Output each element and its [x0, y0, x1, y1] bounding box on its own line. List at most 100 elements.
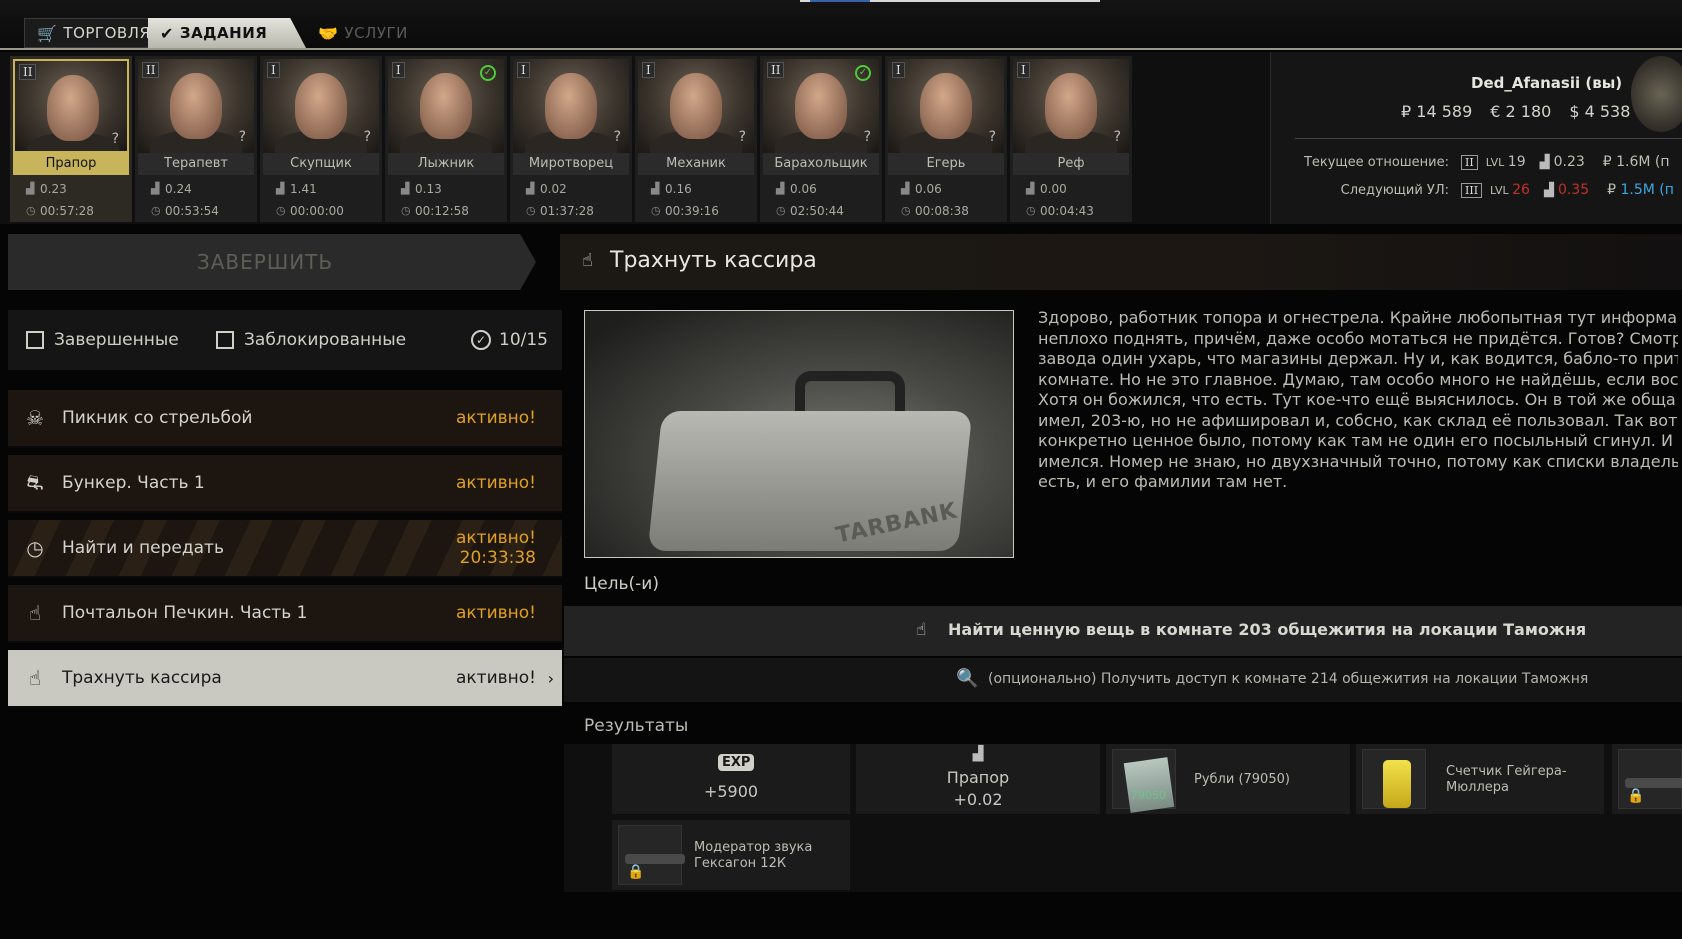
trader-level-badge: I	[517, 62, 530, 78]
goal-optional-text: (опционально) Получить доступ к комнате …	[988, 671, 1589, 687]
quest-item-title: Трахнуть кассира	[62, 668, 222, 688]
trader-standing: ▟ 0.06	[885, 182, 1007, 196]
trader-name: Барахольщик	[763, 153, 879, 175]
reward-roubles-label: Рубли (79050)	[1194, 772, 1290, 787]
item-icon	[1625, 778, 1682, 788]
reward-muffler[interactable]: 🔒 Модератор звука Гексагон 12К	[612, 820, 850, 890]
quest-list-item[interactable]: ☠ Пикник со стрельбой активно!	[8, 390, 562, 448]
clock-icon: ◷	[151, 204, 161, 217]
quest-filters: Завершенные Заблокированные ✓ 10/15	[8, 310, 562, 370]
reward-roubles[interactable]: 79050 Рубли (79050)	[1106, 744, 1350, 814]
roubles-balance: ₽ 14 589	[1401, 102, 1473, 121]
current-level-value: 19	[1507, 154, 1526, 170]
reward-trader-standing[interactable]: ▟ Прапор +0.02	[856, 744, 1100, 814]
tab-services[interactable]: 🤝 УСЛУГИ	[306, 18, 416, 48]
clock-icon: ◷	[401, 204, 411, 217]
current-standing-value: 0.23	[1553, 154, 1585, 170]
quest-list-item[interactable]: ⛐ Бункер. Часть 1 активно!	[8, 455, 562, 513]
trader-portrait: I?	[638, 59, 754, 153]
trader-card[interactable]: I? Скупщик ▟ 1.41 ◷ 00:00:00	[260, 56, 382, 222]
filter-completed[interactable]: Завершенные	[26, 330, 179, 350]
portrait-face	[420, 73, 472, 139]
question-icon: ?	[1113, 129, 1121, 145]
reward-geiger[interactable]: Счетчик Гейгера-Мюллера	[1356, 744, 1604, 814]
tab-trade[interactable]: 🛒 ТОРГОВЛЯ	[24, 18, 150, 48]
trader-timer: ◷ 02:50:44	[760, 204, 882, 218]
trader-timer: ◷ 00:04:43	[1010, 204, 1132, 218]
results-label: Результаты	[584, 716, 689, 736]
next-standing-value: 0.35	[1557, 182, 1590, 198]
standing-bars-icon: ▟	[651, 182, 660, 195]
trader-level-badge: I	[892, 62, 905, 78]
trader-name: Реф	[1013, 153, 1129, 175]
exp-icon: EXP	[718, 754, 755, 771]
quest-status-text: активно!	[456, 528, 536, 548]
trader-card[interactable]: II? Терапевт ▟ 0.24 ◷ 00:53:54	[135, 56, 257, 222]
checkbox[interactable]	[26, 331, 44, 349]
next-level: LVL 26	[1490, 182, 1530, 198]
current-standing-label: Текущее отношение:	[1303, 154, 1449, 170]
portrait-face	[795, 73, 847, 139]
quest-item-status: активно! 20:33:38	[442, 528, 562, 568]
trader-name: Скупщик	[263, 153, 379, 175]
reward-locked-item[interactable]: 🔒	[1612, 744, 1682, 814]
trader-timer-value: 00:08:38	[915, 204, 969, 218]
trader-card[interactable]: I? Миротворец ▟ 0.02 ◷ 01:37:28	[510, 56, 632, 222]
trader-name: Механик	[638, 153, 754, 175]
description-line: имелся. Номер не знаю, но двухзначный то…	[1038, 451, 1678, 471]
filter-locked-label: Заблокированные	[244, 330, 407, 350]
next-level-row: Следующий УЛ: III LVL 26 ▟ 0.35 ₽ 1.5M (…	[1301, 182, 1682, 198]
description-line: есть, и его фамилии там нет.	[1038, 472, 1288, 491]
trader-card[interactable]: II? ✓ Барахольщик ▟ 0.06 ◷ 02:50:44	[760, 56, 882, 222]
goal-main: ☝ Найти ценную вещь в комнате 203 общежи…	[564, 606, 1682, 656]
complete-button[interactable]: ЗАВЕРШИТЬ	[8, 234, 536, 290]
trader-standing: ▟ 1.41	[260, 182, 382, 196]
trader-standing-value: 0.06	[915, 182, 942, 196]
top-highlight-blue	[810, 0, 870, 2]
trader-card[interactable]: I? Егерь ▟ 0.06 ◷ 00:08:38	[885, 56, 1007, 222]
filter-locked[interactable]: Заблокированные	[216, 330, 406, 350]
trader-card[interactable]: II? Прапор ▟ 0.23 ◷ 00:57:28	[10, 56, 132, 222]
muffler-icon	[625, 854, 685, 864]
trader-portrait: I ✓	[388, 59, 504, 153]
divider	[1295, 138, 1682, 139]
quest-timer: 20:33:38	[459, 548, 536, 568]
quest-item-status: активно!	[442, 473, 562, 493]
reward-exp-value: +5900	[703, 782, 759, 801]
goals-label: Цель(-и)	[584, 574, 659, 594]
clock-icon: ◷	[651, 204, 661, 217]
exit-icon: ⛐	[26, 469, 44, 494]
tab-tasks[interactable]: ✔ ЗАДАНИЯ	[148, 18, 306, 48]
check-icon: ✓	[855, 65, 871, 81]
clock-icon: ◷	[26, 536, 44, 560]
trader-timer-value: 00:53:54	[165, 204, 219, 218]
trader-level-badge: II	[19, 64, 37, 80]
clock-icon: ◷	[276, 204, 286, 217]
description-line: конкретно ценное было, потому как там не…	[1038, 431, 1673, 450]
trader-card[interactable]: I? Механик ▟ 0.16 ◷ 00:39:16	[635, 56, 757, 222]
quest-list-item[interactable]: ☝ Почтальон Печкин. Часть 1 активно!	[8, 585, 562, 643]
quest-list-item[interactable]: ◷ Найти и передать активно! 20:33:38	[8, 520, 562, 578]
portrait-face	[545, 73, 597, 139]
quest-list-item[interactable]: ☝ Трахнуть кассира активно! ›	[8, 650, 562, 708]
player-name: Ded_Afanasii (вы)	[1471, 74, 1623, 92]
quest-item-title: Найти и передать	[62, 538, 224, 558]
trader-standing-value: 0.13	[415, 182, 442, 196]
trader-portrait: I?	[263, 59, 379, 153]
checkbox[interactable]	[216, 331, 234, 349]
standing-bars-icon: ▟	[1543, 182, 1554, 198]
description-line: комнате. Но не это главное. Думаю, там о…	[1038, 369, 1678, 389]
standing-bars-icon: ▟	[1539, 154, 1550, 170]
reward-exp[interactable]: EXP +5900	[612, 744, 850, 814]
check-circle-icon: ✔	[160, 23, 174, 43]
portrait-face	[47, 75, 99, 141]
clock-icon: ◷	[1026, 204, 1036, 217]
trader-level-badge: I	[267, 62, 280, 78]
case-handle	[795, 371, 905, 411]
trader-level-badge: I	[392, 62, 405, 78]
trader-card[interactable]: I ✓ Лыжник ▟ 0.13 ◷ 00:12:58	[385, 56, 507, 222]
question-icon: ?	[738, 129, 746, 145]
standing-bars-icon: ▟	[1026, 182, 1035, 195]
next-money-symbol: ₽	[1607, 182, 1617, 198]
trader-card[interactable]: I? Реф ▟ 0.00 ◷ 00:04:43	[1010, 56, 1132, 222]
